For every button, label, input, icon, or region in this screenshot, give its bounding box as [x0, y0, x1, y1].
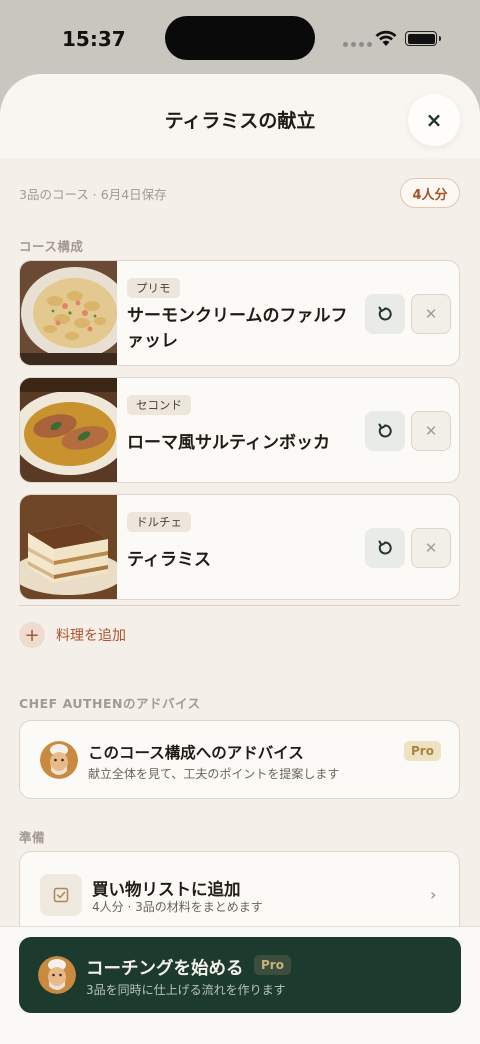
- section-label-prep: 準備: [19, 830, 46, 845]
- regenerate-button[interactable]: [365, 411, 405, 451]
- advice-card[interactable]: このコース構成へのアドバイス 献立全体を見て、工夫のポイントを提案します Pro: [19, 720, 460, 799]
- cta-subtitle: 3品を同時に仕上げる流れを作ります: [86, 983, 286, 997]
- remove-button[interactable]: ✕: [411, 294, 451, 334]
- sheet-header: ティラミスの献立 ×: [0, 74, 480, 158]
- course-name: ローマ風サルティンボッカ: [127, 433, 330, 453]
- menu-sheet: ティラミスの献立 × 3品のコース · 6月4日保存 4人分 コース構成 プリモ…: [0, 74, 480, 1044]
- course-card-primo[interactable]: プリモ サーモンクリームのファルファッレ ✕: [19, 260, 460, 366]
- close-button[interactable]: ×: [408, 94, 460, 146]
- refresh-icon: [378, 306, 392, 321]
- plus-icon: +: [19, 622, 45, 648]
- course-name: サーモンクリームのファルファッレ: [127, 306, 348, 351]
- shopping-title: 買い物リストに追加: [92, 880, 241, 899]
- status-bar: 15:37: [0, 0, 480, 78]
- section-label-course: コース構成: [19, 239, 84, 254]
- bottom-bar: コーチングを始める Pro 3品を同時に仕上げる流れを作ります: [0, 926, 480, 1044]
- close-icon: ×: [425, 108, 443, 132]
- course-tag: プリモ: [127, 278, 180, 298]
- chef-avatar: [38, 956, 76, 994]
- remove-button[interactable]: ✕: [411, 411, 451, 451]
- chevron-right-icon: ›: [430, 885, 437, 904]
- course-card-secondo[interactable]: セコンド ローマ風サルティンボッカ ✕: [19, 377, 460, 483]
- wifi-icon: [375, 30, 397, 46]
- add-dish-button[interactable]: + 料理を追加: [19, 622, 126, 648]
- regenerate-button[interactable]: [365, 528, 405, 568]
- farfalle-pasta-image: [20, 261, 117, 365]
- pro-badge: Pro: [404, 741, 441, 761]
- divider: [19, 605, 460, 606]
- dynamic-island: [165, 16, 315, 60]
- advice-title: このコース構成へのアドバイス: [88, 744, 304, 762]
- course-card-dolce[interactable]: ドルチェ ティラミス ✕: [19, 494, 460, 600]
- course-tag: ドルチェ: [127, 512, 191, 532]
- shopping-subtitle: 4人分 · 3品の材料をまとめます: [92, 900, 263, 914]
- tiramisu-image: [20, 495, 117, 599]
- status-time: 15:37: [62, 27, 126, 51]
- remove-button[interactable]: ✕: [411, 528, 451, 568]
- chef-avatar: [40, 741, 78, 779]
- cta-title: コーチングを始める: [86, 959, 244, 979]
- close-icon: ✕: [424, 422, 438, 440]
- battery-icon: [405, 31, 441, 46]
- refresh-icon: [378, 423, 392, 438]
- course-name: ティラミス: [127, 550, 211, 570]
- close-icon: ✕: [424, 539, 438, 557]
- servings-button[interactable]: 4人分: [400, 178, 460, 208]
- start-coaching-button[interactable]: コーチングを始める Pro 3品を同時に仕上げる流れを作ります: [19, 937, 461, 1013]
- cellular-signal-icon: [343, 42, 372, 47]
- refresh-icon: [378, 540, 392, 555]
- regenerate-button[interactable]: [365, 294, 405, 334]
- saltimbocca-image: [20, 378, 117, 482]
- close-icon: ✕: [424, 305, 438, 323]
- pro-badge: Pro: [254, 955, 291, 975]
- course-tag: セコンド: [127, 395, 191, 415]
- add-dish-label: 料理を追加: [56, 628, 126, 644]
- course-summary: 3品のコース · 6月4日保存: [19, 187, 167, 202]
- advice-subtitle: 献立全体を見て、工夫のポイントを提案します: [88, 767, 340, 781]
- checklist-icon: [40, 874, 82, 916]
- section-label-advice: CHEF AUTHENのアドバイス: [19, 696, 201, 711]
